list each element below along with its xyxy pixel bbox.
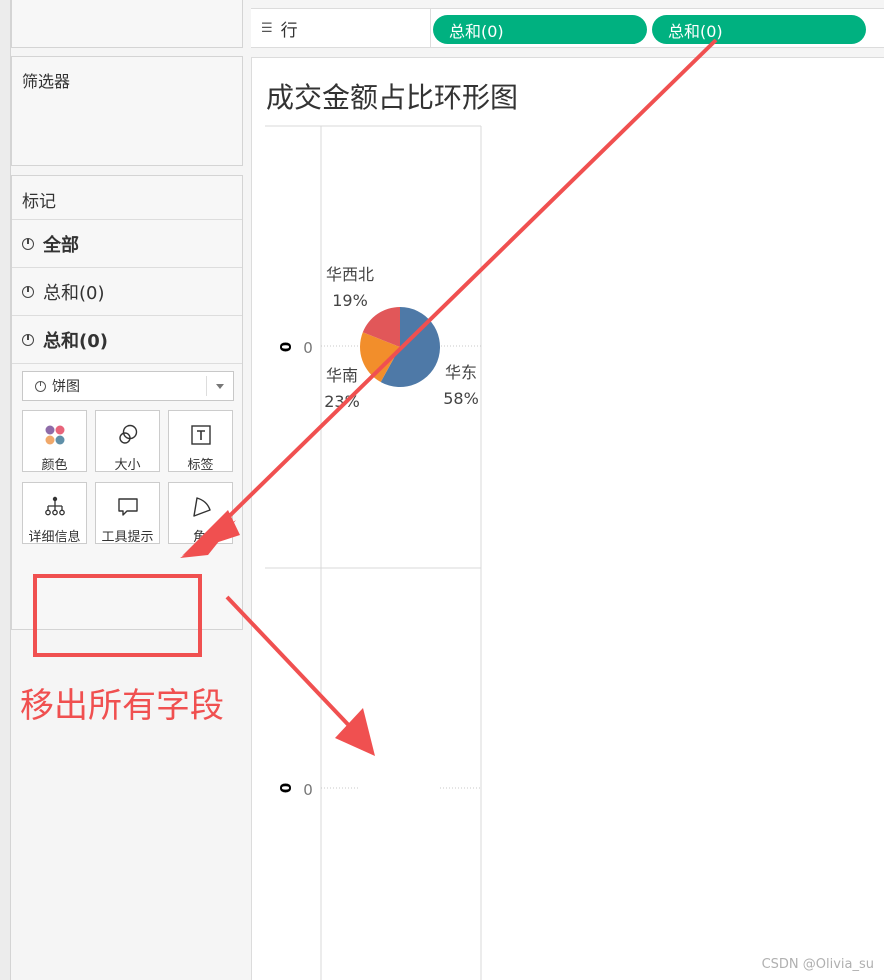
highlight-box xyxy=(33,574,202,657)
annotation-text: 移出所有字段 xyxy=(20,686,224,726)
annotation-arrows xyxy=(180,38,718,756)
arrow-shaft-2 xyxy=(225,595,360,737)
arrow-shaft-1 xyxy=(208,38,718,537)
watermark: CSDN @Olivia_su xyxy=(761,957,874,972)
